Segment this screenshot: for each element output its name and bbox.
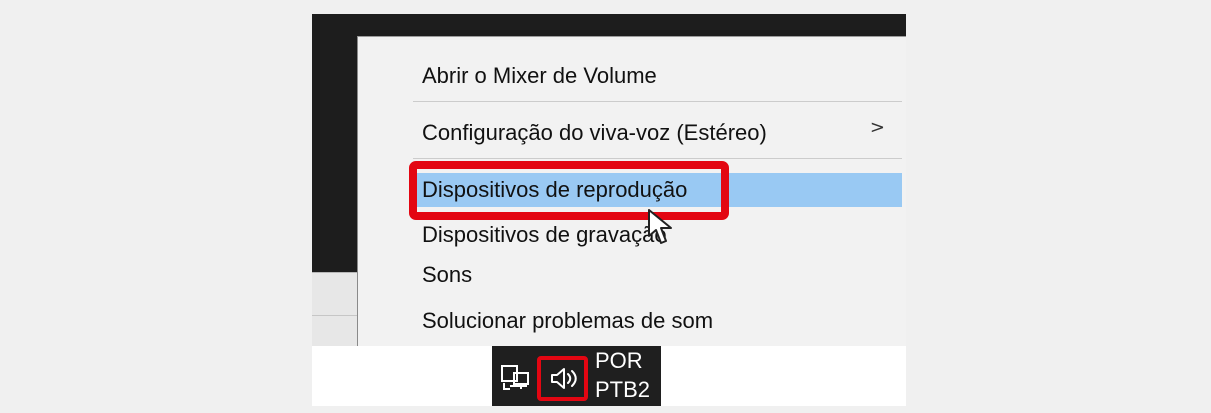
menu-item-sounds[interactable]: Sons: [413, 258, 902, 292]
menu-item-recording-devices[interactable]: Dispositivos de gravação: [413, 218, 902, 252]
menu-item-troubleshoot-sound[interactable]: Solucionar problemas de som: [413, 304, 902, 338]
menu-item-label: Configuração do viva-voz (Estéreo): [422, 120, 767, 145]
menu-item-label: Abrir o Mixer de Volume: [422, 63, 657, 88]
menu-separator: [413, 158, 902, 159]
desktop-crop: Abrir o Mixer de Volume Configuração do …: [312, 14, 906, 406]
sound-context-menu: Abrir o Mixer de Volume Configuração do …: [357, 36, 906, 346]
chevron-right-icon: >: [869, 117, 885, 138]
network-button[interactable]: [495, 360, 533, 398]
input-language-indicator[interactable]: POR PTB2: [595, 346, 658, 406]
menu-item-label: Dispositivos de gravação: [422, 222, 667, 247]
menu-item-playback-devices[interactable]: Dispositivos de reprodução: [413, 173, 902, 207]
menu-item-hands-free-configuration[interactable]: Configuração do viva-voz (Estéreo) >: [413, 116, 902, 150]
menu-item-label: Solucionar problemas de som: [422, 308, 714, 333]
menu-item-label: Dispositivos de reprodução: [422, 177, 688, 202]
menu-separator: [413, 101, 902, 102]
volume-icon: [550, 368, 577, 389]
menu-item-open-volume-mixer[interactable]: Abrir o Mixer de Volume: [413, 59, 902, 93]
keyboard-layout-code: PTB2: [595, 377, 651, 402]
background-window-edge: [312, 272, 358, 347]
network-icon: [500, 365, 529, 390]
screenshot-page: Abrir o Mixer de Volume Configuração do …: [0, 0, 1211, 413]
menu-item-label: Sons: [422, 262, 473, 287]
language-code: POR: [595, 348, 643, 373]
taskbar-notification-area: POR PTB2: [492, 346, 661, 406]
volume-button[interactable]: [537, 356, 588, 401]
